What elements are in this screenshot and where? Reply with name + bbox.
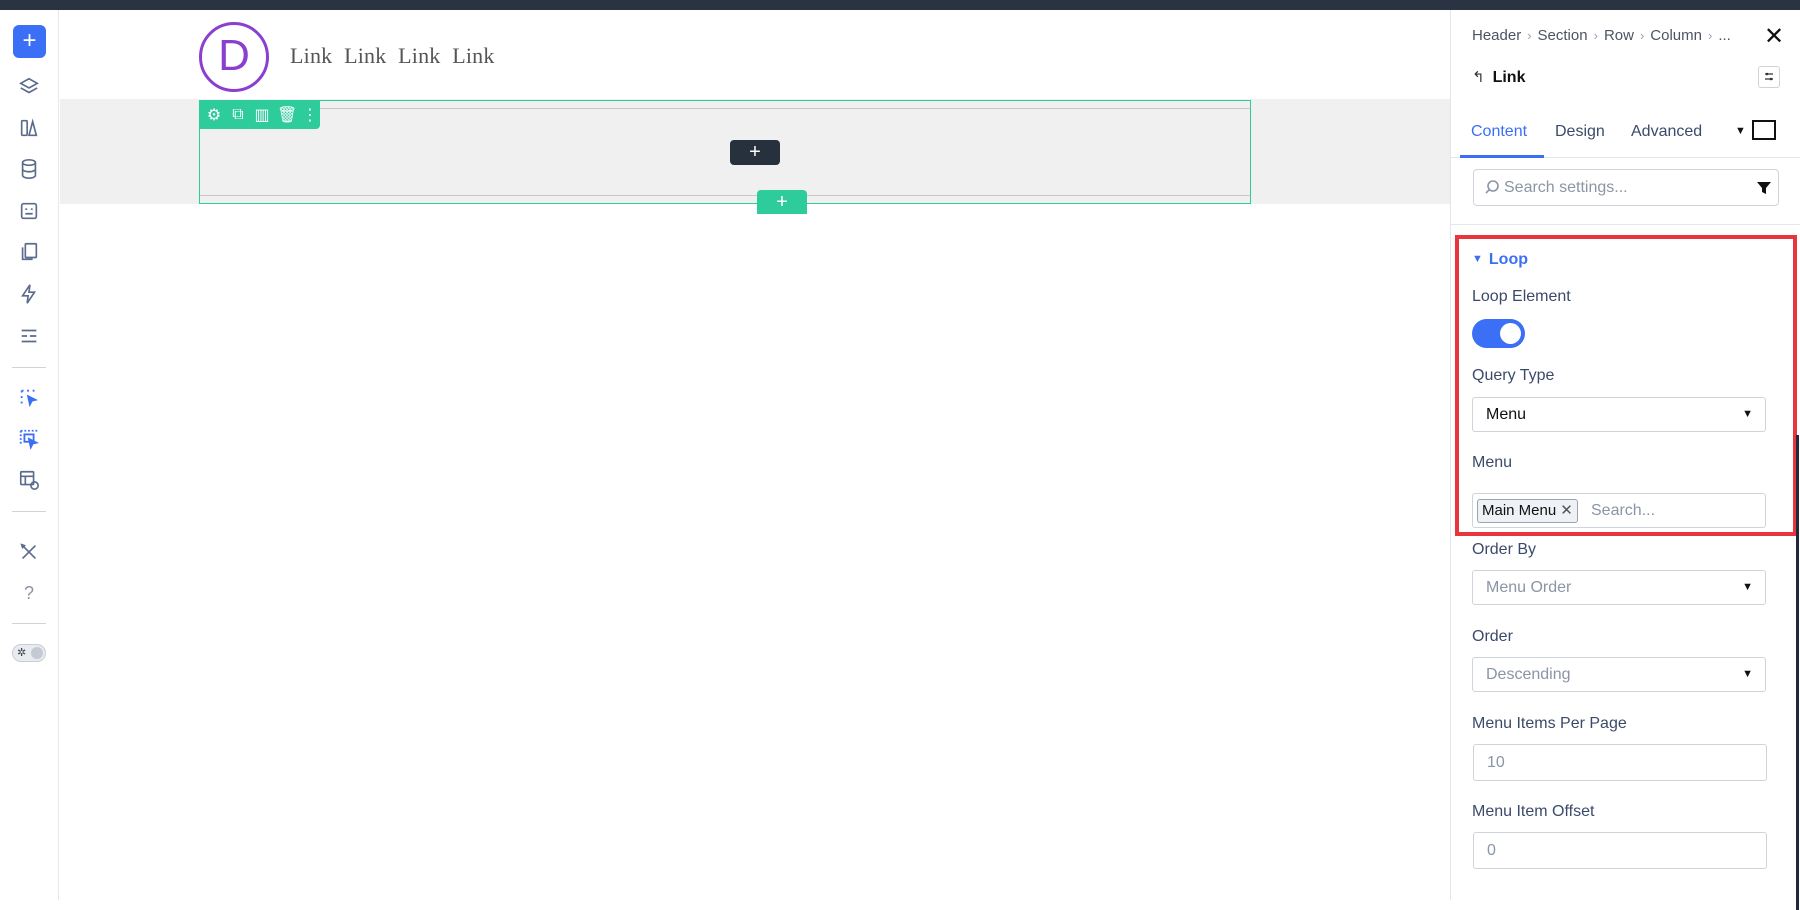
chevron-right-icon: ›	[1639, 28, 1645, 43]
chevron-right-icon: ›	[1527, 28, 1532, 43]
panel-title: ↰ Link	[1472, 68, 1525, 87]
query-type-label: Query Type	[1472, 367, 1555, 384]
gear-icon: ✲	[17, 647, 27, 659]
loop-element-toggle[interactable]	[1472, 319, 1525, 348]
layout-preview-icon[interactable]	[15, 466, 43, 494]
form-icon[interactable]	[15, 197, 43, 225]
builder-canvas: D Link Link Link Link ⚙ ⧉ ▥ 🗑 ⋮ + +	[60, 10, 1450, 900]
highlight-box	[1455, 235, 1797, 536]
settings-panel: Header › Section › Row › Column ›... ✕ ↰ Link Co…	[1450, 10, 1800, 910]
order-label: Order	[1472, 628, 1513, 645]
remove-tag-icon[interactable]: ✕	[1560, 502, 1573, 519]
select-value: Menu	[1486, 406, 1527, 423]
tab-design[interactable]: Design	[1555, 123, 1605, 141]
more-options-icon[interactable]: ⋮	[301, 105, 319, 125]
chevron-right-icon: ›	[1593, 28, 1598, 43]
site-logo[interactable]: D	[199, 22, 269, 92]
menu-search-input[interactable]	[1591, 499, 1751, 523]
order-by-select[interactable]: Menu Order ▼	[1472, 570, 1766, 605]
breadcrumb: Header › Section › Row › Column ›...	[1472, 27, 1731, 44]
select-element-icon[interactable]	[15, 384, 43, 412]
breadcrumb-item[interactable]: ...	[1718, 27, 1731, 44]
nav-link[interactable]: Link	[398, 43, 440, 68]
per-page-input[interactable]: 10	[1473, 744, 1767, 781]
select-value: Descending	[1486, 666, 1571, 683]
loop-element-label: Loop Element	[1472, 288, 1571, 305]
search-input[interactable]	[1504, 176, 1744, 200]
toggle-knob	[31, 647, 43, 659]
sidebar-divider	[12, 511, 46, 512]
caret-down-icon[interactable]: ▼	[1735, 125, 1746, 137]
add-element-button[interactable]: +	[13, 25, 46, 58]
chevron-right-icon: ›	[1707, 28, 1713, 43]
tag-label: Main Menu	[1482, 502, 1557, 519]
filter-icon[interactable]	[1755, 179, 1773, 197]
sliders-icon	[1765, 72, 1773, 81]
sidebar-divider	[12, 367, 46, 368]
tab-advanced[interactable]: Advanced	[1631, 123, 1702, 141]
panel-tabs: Content Design Advanced ▼	[1451, 110, 1800, 158]
theme-toggle[interactable]: ✲	[12, 644, 46, 662]
nav-link[interactable]: Link	[290, 43, 332, 68]
layers-icon[interactable]	[15, 73, 43, 101]
breadcrumb-item[interactable]: Column	[1650, 27, 1702, 44]
loop-section-toggle[interactable]: ▼ Loop	[1472, 251, 1528, 269]
select-value: Menu Order	[1486, 579, 1572, 596]
caret-down-icon: ▼	[1742, 408, 1753, 420]
offset-input[interactable]: 0	[1473, 832, 1767, 869]
element-title: Link	[1492, 69, 1526, 86]
add-row-button[interactable]: +	[757, 190, 807, 214]
breadcrumb-item[interactable]: Section	[1538, 27, 1588, 44]
menu-tag-input: Main Menu ✕	[1472, 493, 1766, 528]
nav-link[interactable]: Link	[344, 43, 386, 68]
order-select[interactable]: Descending ▼	[1472, 657, 1766, 692]
duplicate-icon[interactable]: ⧉	[229, 106, 247, 124]
delete-icon[interactable]: 🗑	[277, 105, 297, 125]
menu-tag: Main Menu ✕	[1477, 499, 1578, 523]
database-icon[interactable]	[15, 155, 43, 183]
panel-scrollbar[interactable]	[1796, 435, 1799, 910]
list-icon[interactable]	[15, 322, 43, 350]
search-icon	[1485, 180, 1499, 194]
caret-down-icon: ▼	[1742, 668, 1753, 680]
offset-label: Menu Item Offset	[1472, 803, 1595, 820]
panel-options-button[interactable]	[1758, 66, 1780, 88]
preview-box-icon[interactable]	[1752, 120, 1776, 140]
divider	[1451, 224, 1800, 225]
left-sidebar: + ? ✲	[0, 10, 59, 900]
library-icon[interactable]	[15, 114, 43, 142]
settings-search	[1473, 169, 1779, 206]
pages-icon[interactable]	[15, 238, 43, 266]
menu-label: Menu	[1472, 454, 1513, 471]
back-arrow-icon[interactable]: ↰	[1472, 69, 1485, 86]
row-toolbar: ⚙ ⧉ ▥ 🗑 ⋮	[199, 101, 320, 129]
settings-gear-icon[interactable]: ⚙	[205, 105, 223, 125]
add-module-button[interactable]: +	[730, 140, 780, 165]
breadcrumb-item[interactable]: Header	[1472, 27, 1521, 44]
query-type-select[interactable]: Menu ▼	[1472, 397, 1766, 432]
caret-down-icon: ▼	[1472, 253, 1483, 265]
help-icon[interactable]: ?	[15, 579, 43, 607]
sidebar-divider	[12, 623, 46, 624]
order-by-label: Order By	[1472, 541, 1537, 558]
nav-link[interactable]: Link	[452, 43, 494, 68]
tools-icon[interactable]	[15, 538, 43, 566]
caret-down-icon: ▼	[1742, 581, 1753, 593]
lightning-icon[interactable]	[15, 280, 43, 308]
section-title: Loop	[1488, 251, 1528, 268]
selected-row-outline[interactable]	[199, 100, 1251, 204]
breadcrumb-item[interactable]: Row	[1604, 27, 1634, 44]
active-tab-indicator	[1460, 155, 1544, 158]
nav-menu: Link Link Link Link	[290, 43, 501, 69]
columns-icon[interactable]: ▥	[253, 105, 271, 125]
close-panel-button[interactable]: ✕	[1762, 22, 1786, 51]
per-page-label: Menu Items Per Page	[1472, 715, 1627, 732]
tab-content[interactable]: Content	[1471, 123, 1527, 141]
top-bar	[0, 0, 1800, 10]
toggle-knob	[1500, 323, 1521, 344]
select-multiple-icon[interactable]	[15, 425, 43, 453]
